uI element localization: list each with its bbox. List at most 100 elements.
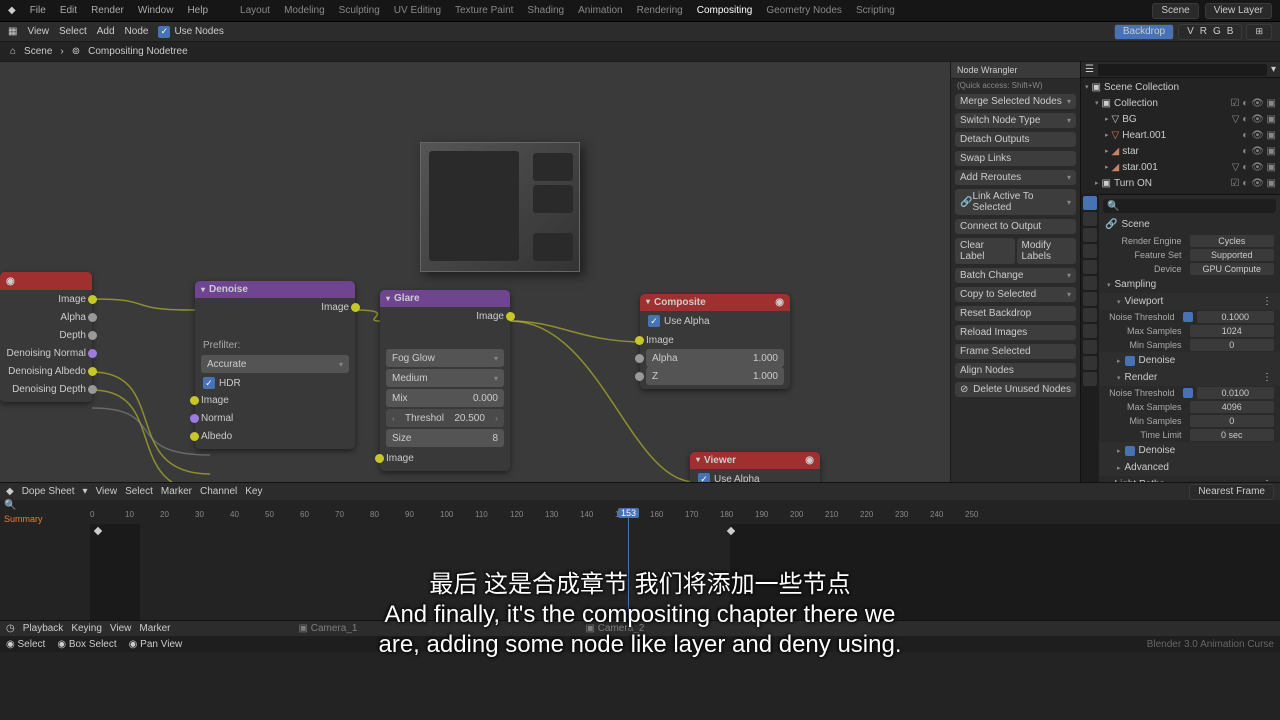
ds-view[interactable]: View — [96, 486, 118, 497]
composite-in-image[interactable]: Image — [640, 331, 790, 349]
frame-selected[interactable]: Frame Selected — [955, 344, 1076, 359]
outliner-tree[interactable]: ▾▣Scene Collection ▾▣Collection☑ ◐ 👁 ▣ ▸… — [1081, 78, 1280, 194]
denoise-in-albedo[interactable]: Albedo — [195, 427, 355, 445]
composite-use-alpha[interactable]: Use Alpha — [640, 311, 718, 331]
glare-out-image[interactable]: Image — [380, 307, 510, 325]
use-nodes-checkbox[interactable]: Use Nodes — [158, 26, 223, 38]
glare-mix[interactable]: Mix0.000 — [386, 389, 504, 407]
tab-rendering[interactable]: Rendering — [637, 5, 683, 16]
out-alpha[interactable]: Alpha — [0, 308, 92, 326]
composite-alpha[interactable]: Alpha1.000 — [640, 349, 790, 367]
channel-buttons[interactable]: VRGB — [1178, 24, 1242, 40]
menu-render[interactable]: Render — [91, 5, 124, 16]
ds-marker[interactable]: Marker — [161, 486, 192, 497]
outliner-icon[interactable]: ☰ — [1085, 64, 1094, 75]
switch-node-type[interactable]: Switch Node Type▾ — [955, 113, 1076, 128]
glare-type[interactable]: Fog Glow▾ — [386, 349, 504, 367]
breadcrumb-scene[interactable]: Scene — [24, 46, 52, 57]
link-active[interactable]: 🔗Link Active To Selected▾ — [955, 189, 1076, 215]
viewer-node[interactable]: ▾Viewer◉ Use Alpha — [690, 452, 820, 482]
dopesheet-mode[interactable]: Dope Sheet — [22, 486, 75, 497]
breadcrumb-tree[interactable]: Compositing Nodetree — [88, 46, 188, 57]
glare-node[interactable]: ▾Glare Image Fog Glow▾ Medium▾ Mix0.000 … — [380, 290, 510, 471]
tab-modeling[interactable]: Modeling — [284, 5, 325, 16]
scene-selector[interactable]: Scene — [1152, 3, 1198, 19]
modify-labels[interactable]: Modify Labels — [1017, 238, 1077, 264]
denoise-section[interactable]: ▸Denoise — [1099, 352, 1280, 369]
marker-cam2[interactable]: ▣ Camera_2 — [585, 623, 644, 634]
copy-selected[interactable]: Copy to Selected▾ — [955, 287, 1076, 302]
sampling-section[interactable]: ▾Sampling — [1099, 276, 1280, 293]
ds-nearest[interactable]: Nearest Frame — [1189, 484, 1274, 500]
tl-marker[interactable]: Marker — [139, 623, 170, 634]
viewlayer-selector[interactable]: View Layer — [1205, 3, 1272, 19]
header-add[interactable]: Add — [97, 26, 115, 37]
clear-label[interactable]: Clear Label — [955, 238, 1015, 264]
denoise-in-normal[interactable]: Normal — [195, 409, 355, 427]
out-depth[interactable]: Depth — [0, 326, 92, 344]
dopesheet-icon[interactable]: ◆ — [6, 486, 14, 497]
header-view[interactable]: View — [27, 26, 49, 37]
tl-keying[interactable]: Keying — [71, 623, 102, 634]
out-dn-depth[interactable]: Denoising Depth — [0, 380, 92, 398]
reset-backdrop[interactable]: Reset Backdrop — [955, 306, 1076, 321]
menu-file[interactable]: File — [30, 5, 46, 16]
ds-select[interactable]: Select — [125, 486, 153, 497]
prefilter-select[interactable]: Accurate▾ — [201, 355, 349, 373]
viewport-section[interactable]: ▾Viewport⋮ — [1099, 293, 1280, 310]
snap-pivot[interactable]: ⊞ — [1246, 24, 1272, 40]
noise-cb[interactable] — [1183, 312, 1193, 322]
vtab-render[interactable] — [1083, 196, 1097, 210]
add-reroutes[interactable]: Add Reroutes▾ — [955, 170, 1076, 185]
out-dn-albedo[interactable]: Denoising Albedo — [0, 362, 92, 380]
tl-view[interactable]: View — [110, 623, 132, 634]
props-search[interactable]: 🔍 — [1103, 199, 1276, 213]
marker-cam1[interactable]: ▣ Camera_1 — [299, 623, 358, 634]
hdr-checkbox[interactable]: HDR — [195, 375, 249, 391]
feature-set[interactable]: Supported — [1190, 249, 1275, 261]
delete-unused[interactable]: ⊘Delete Unused Nodes — [955, 382, 1076, 397]
render-layers-node[interactable]: ◉ Image Alpha Depth Denoising Normal Den… — [0, 272, 92, 402]
tab-geo[interactable]: Geometry Nodes — [766, 5, 842, 16]
menu-edit[interactable]: Edit — [60, 5, 77, 16]
search-icon[interactable]: 🔍 — [4, 500, 16, 511]
outliner-search[interactable] — [1098, 64, 1267, 76]
tl-playback[interactable]: Playback — [23, 623, 64, 634]
dopesheet[interactable]: 🔍 Summary 010203040506070809010011012013… — [0, 500, 1280, 620]
playhead[interactable]: 153 — [628, 510, 629, 620]
tab-layout[interactable]: Layout — [240, 5, 270, 16]
sel-box[interactable]: ◉ Box Select — [57, 639, 116, 650]
denoise-out-image[interactable]: Image — [195, 298, 355, 316]
properties-vtabs[interactable] — [1081, 194, 1099, 482]
tab-compositing[interactable]: Compositing — [697, 5, 753, 16]
denoise-node[interactable]: ▾Denoise Image Prefilter: Accurate▾ HDR … — [195, 281, 355, 449]
tab-sculpting[interactable]: Sculpting — [339, 5, 380, 16]
render-engine[interactable]: Cycles — [1190, 235, 1275, 247]
editor-type-icon[interactable]: ▦ — [8, 26, 17, 37]
tab-shading[interactable]: Shading — [527, 5, 564, 16]
tab-uv[interactable]: UV Editing — [394, 5, 441, 16]
menu-help[interactable]: Help — [187, 5, 208, 16]
filter-icon[interactable]: ▾ — [1271, 64, 1276, 75]
header-node[interactable]: Node — [125, 26, 149, 37]
tab-scripting[interactable]: Scripting — [856, 5, 895, 16]
summary-label[interactable]: Summary — [4, 514, 43, 524]
menu-window[interactable]: Window — [138, 5, 174, 16]
reload-images[interactable]: Reload Images — [955, 325, 1076, 340]
light-paths[interactable]: ▸Light Paths⋮ — [1099, 476, 1280, 482]
glare-quality[interactable]: Medium▾ — [386, 369, 504, 387]
composite-node[interactable]: ▾Composite◉ Use Alpha Image Alpha1.000 Z… — [640, 294, 790, 389]
backdrop-toggle[interactable]: Backdrop — [1114, 24, 1174, 40]
sel-select[interactable]: ◉ Select — [6, 639, 45, 650]
align-nodes[interactable]: Align Nodes — [955, 363, 1076, 378]
viewer-use-alpha[interactable]: Use Alpha — [690, 469, 768, 482]
tab-texpaint[interactable]: Texture Paint — [455, 5, 513, 16]
glare-in-image[interactable]: Image — [380, 449, 510, 467]
ds-key[interactable]: Key — [245, 486, 262, 497]
out-image[interactable]: Image — [0, 290, 92, 308]
denoise-in-image[interactable]: Image — [195, 391, 355, 409]
glare-threshold[interactable]: ‹Threshol20.500› — [386, 409, 504, 427]
sel-pan[interactable]: ◉ Pan View — [129, 639, 183, 650]
merge-nodes[interactable]: Merge Selected Nodes▾ — [955, 94, 1076, 109]
composite-z[interactable]: Z1.000 — [640, 367, 790, 385]
